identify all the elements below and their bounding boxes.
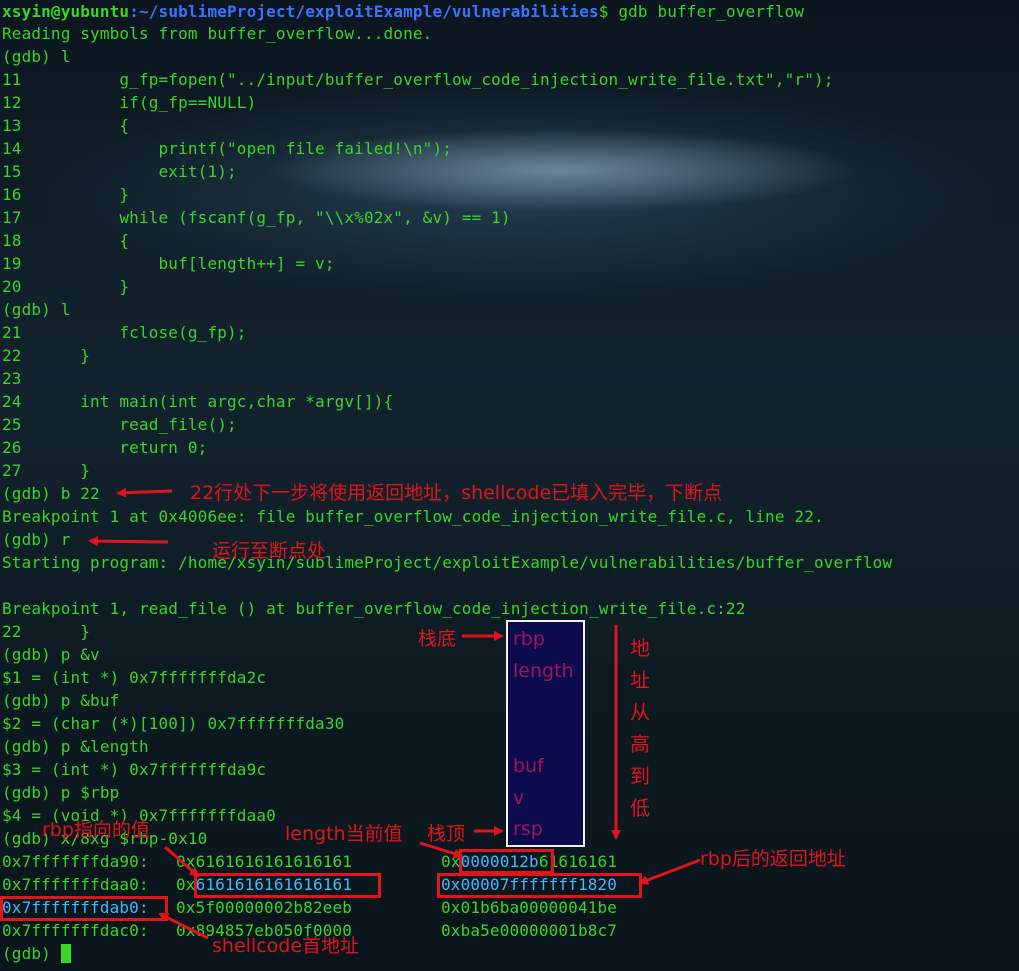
arrow-shellcode (158, 912, 209, 940)
annotation-arrows (88, 487, 701, 940)
arrow-return-address (638, 858, 701, 885)
arrow-breakpoint (116, 487, 173, 498)
arrow-rbp-value (164, 845, 200, 878)
arrow-length-value (419, 841, 464, 859)
arrow-run (88, 536, 169, 547)
